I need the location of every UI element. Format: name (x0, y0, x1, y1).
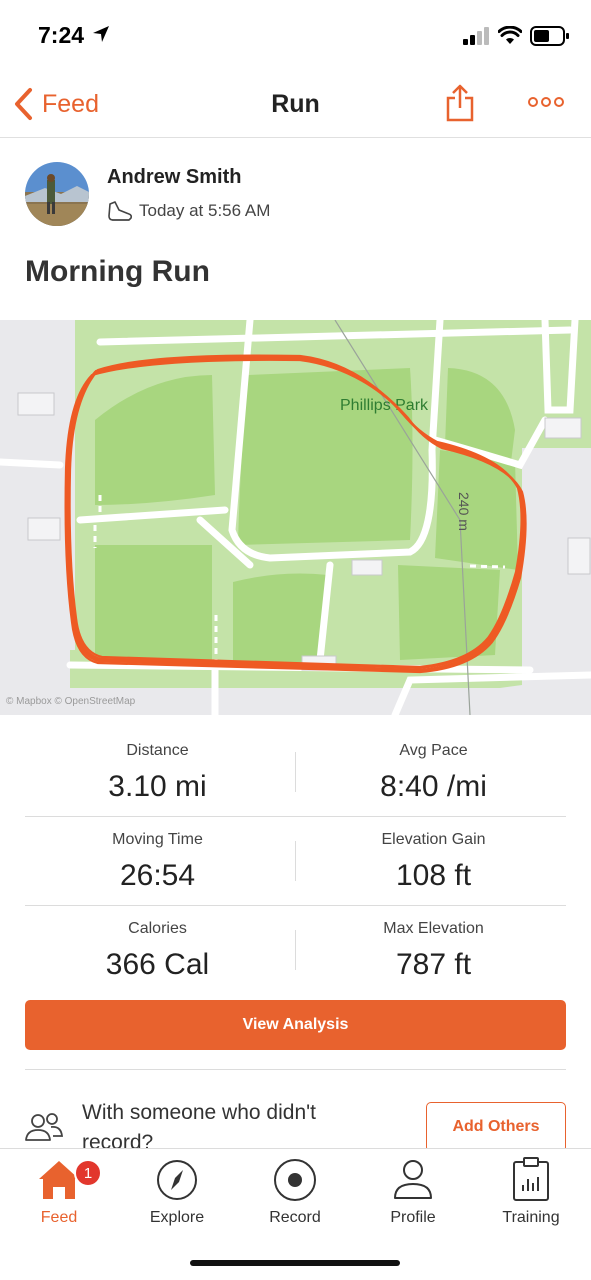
stat-row: Moving Time 26:54 Elevation Gain 108 ft (25, 817, 566, 906)
share-button[interactable] (445, 84, 475, 127)
tab-label: Training (502, 1209, 560, 1226)
activity-title: Morning Run (25, 255, 210, 288)
more-icon (528, 97, 564, 107)
tab-record[interactable]: Record (236, 1155, 354, 1227)
athlete-header: Andrew Smith Today at 5:56 AM (25, 162, 565, 232)
stat-label: Calories (128, 920, 187, 937)
stat-calories: Calories 366 Cal (25, 920, 290, 982)
back-label: Feed (42, 89, 99, 118)
tab-training[interactable]: Training (472, 1155, 590, 1227)
cellular-signal-icon (463, 27, 489, 45)
avatar[interactable] (25, 162, 89, 226)
stat-label: Distance (126, 742, 189, 759)
stat-label: Elevation Gain (381, 831, 486, 848)
tab-explore[interactable]: Explore (118, 1155, 236, 1227)
notification-badge: 1 (74, 1159, 102, 1187)
view-analysis-button[interactable]: View Analysis (25, 1000, 566, 1050)
avatar-photo (25, 162, 89, 226)
tab-label: Record (269, 1209, 321, 1226)
with-someone-text: With someone who didn't record? (82, 1101, 316, 1148)
stat-divider (295, 752, 296, 792)
stat-divider (295, 930, 296, 970)
stats-grid: Distance 3.10 mi Avg Pace 8:40 /mi Movin… (25, 728, 566, 995)
stat-value: 8:40 /mi (380, 770, 487, 803)
add-others-button[interactable]: Add Others (426, 1102, 566, 1148)
athlete-name[interactable]: Andrew Smith (107, 166, 241, 189)
activity-time: Today at 5:56 AM (139, 201, 271, 220)
stat-value: 3.10 mi (108, 770, 207, 803)
compass-icon (157, 1160, 197, 1200)
stat-divider (295, 841, 296, 881)
add-others-section: With someone who didn't record? Add Othe… (25, 1092, 566, 1148)
people-icon (25, 1113, 63, 1141)
tab-label: Feed (40, 1209, 78, 1226)
field (238, 368, 413, 545)
share-icon (446, 84, 474, 122)
stat-max-elevation: Max Elevation 787 ft (301, 920, 566, 982)
training-icon (513, 1157, 549, 1201)
record-icon (274, 1159, 316, 1201)
field (95, 545, 212, 660)
stat-moving-time: Moving Time 26:54 (25, 831, 290, 893)
battery-icon (530, 26, 569, 46)
scale-label: 240 m (456, 492, 472, 531)
tab-profile[interactable]: Profile (354, 1155, 472, 1227)
stat-value: 108 ft (395, 859, 472, 892)
home-indicator[interactable] (190, 1260, 400, 1266)
park-label: Phillips Park (340, 397, 429, 414)
stat-value: 366 Cal (105, 948, 210, 981)
status-time: 7:24 (38, 22, 85, 48)
stat-elevation-gain: Elevation Gain 108 ft (301, 831, 566, 893)
stat-label: Moving Time (112, 831, 203, 848)
tab-label: Profile (390, 1209, 436, 1226)
chevron-left-icon (15, 88, 32, 120)
activity-meta: Today at 5:56 AM (107, 200, 270, 222)
stat-label: Avg Pace (399, 742, 468, 759)
divider (25, 1069, 566, 1070)
field (233, 573, 328, 665)
field (435, 450, 518, 570)
profile-icon (394, 1160, 432, 1199)
home-icon (39, 1161, 79, 1199)
tab-label: Explore (149, 1209, 205, 1226)
stat-row: Distance 3.10 mi Avg Pace 8:40 /mi (25, 728, 566, 817)
stat-value: 787 ft (395, 948, 472, 981)
status-bar: 7:24 (0, 0, 591, 72)
stat-distance: Distance 3.10 mi (25, 742, 290, 804)
location-arrow-icon (93, 26, 109, 42)
map-attribution[interactable]: © Mapbox © OpenStreetMap (6, 696, 135, 707)
nav-bar: Feed Run (0, 72, 591, 138)
stat-row: Calories 366 Cal Max Elevation 787 ft (25, 906, 566, 995)
tab-feed[interactable]: 1 Feed (0, 1155, 118, 1227)
stat-value: 26:54 (119, 859, 196, 892)
more-options-button[interactable] (527, 94, 565, 115)
stat-avg-pace: Avg Pace 8:40 /mi (301, 742, 566, 804)
stat-label: Max Elevation (383, 920, 484, 937)
shoe-icon (108, 201, 133, 221)
route-map[interactable]: Phillips Park 240 m (0, 320, 591, 715)
back-button[interactable]: Feed (12, 84, 99, 124)
wifi-icon (498, 26, 522, 44)
